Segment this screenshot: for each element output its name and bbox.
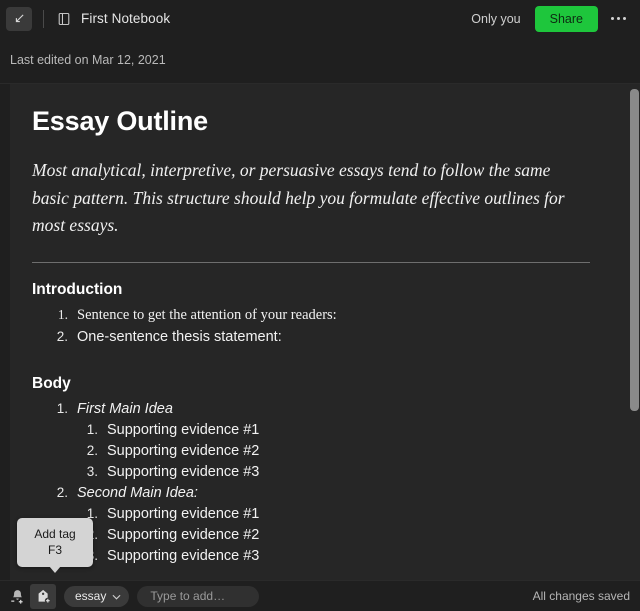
note-page[interactable]: Essay Outline Most analytical, interpret… (10, 84, 640, 580)
outline-item-number: 2. (86, 442, 98, 458)
tooltip-line-2: F3 (47, 543, 62, 558)
outline-item[interactable]: 1. Supporting evidence #1 (32, 422, 600, 438)
outline-item[interactable]: 1. Supporting evidence #1 (32, 506, 600, 522)
outline-item-number: 2. (56, 484, 68, 500)
outline-item-text: Supporting evidence #2 (107, 526, 260, 543)
outline-item[interactable]: 2. Second Main Idea: (32, 485, 600, 501)
notebook-icon (56, 11, 72, 27)
outline-item-number: 1. (56, 400, 68, 416)
note-body: Essay Outline Most analytical, interpret… (10, 84, 640, 564)
section-heading: Introduction (32, 280, 123, 298)
tag-chip-essay[interactable]: essay (64, 585, 130, 607)
notebook-title[interactable]: First Notebook (81, 11, 170, 26)
page-title: Essay Outline (32, 106, 208, 136)
outline-item-text: Supporting evidence #2 (107, 442, 260, 459)
save-status: All changes saved (532, 589, 630, 603)
bell-add-icon[interactable] (4, 584, 30, 609)
tag-chip-label: essay (75, 589, 107, 603)
section-heading: Body (32, 374, 71, 392)
outline-item-text: Supporting evidence #1 (107, 421, 260, 438)
outline-item-number: 1. (57, 306, 68, 322)
outline-item[interactable]: 3. Supporting evidence #3 (32, 464, 600, 480)
add-tag-tooltip: Add tag F3 (17, 518, 93, 574)
note-sections: Introduction 1. Sentence to get the attent… (32, 281, 600, 564)
permission-label[interactable]: Only you (471, 12, 520, 26)
outline-item-text: Sentence to get the attention of your re… (77, 306, 337, 323)
outline-item-number: 1. (86, 421, 98, 437)
outline-item-text: First Main Idea (77, 400, 173, 417)
outline-item-text: Second Main Idea: (77, 484, 198, 501)
tag-bar: essay All changes saved (0, 580, 640, 611)
outline-item-text: Supporting evidence #1 (107, 505, 260, 522)
collapse-arrow-icon[interactable] (6, 6, 32, 31)
outline-item[interactable]: 2. One-sentence thesis statement: (32, 329, 600, 345)
last-edited-bar: Last edited on Mar 12, 2021 (0, 37, 640, 84)
outline-item-number: 2. (56, 328, 68, 344)
tooltip-line-1: Add tag (34, 527, 76, 541)
share-button[interactable]: Share (534, 5, 598, 32)
outline-item[interactable]: 3.Supporting evidence #3 (32, 548, 600, 564)
outline-item-text: One-sentence thesis statement: (77, 328, 282, 345)
outline-item-text: Supporting evidence #3 (107, 463, 260, 480)
horizontal-rule (32, 261, 590, 263)
titlebar-actions: Only you Share (471, 5, 640, 32)
note-app-window: First Notebook Only you Share Last edite… (0, 0, 640, 611)
outline-item[interactable]: 1. Sentence to get the attention of your … (32, 307, 600, 324)
outline-item[interactable]: 1. First Main Idea (32, 401, 600, 417)
scrollbar-thumb[interactable] (630, 89, 639, 411)
vertical-scrollbar[interactable] (629, 85, 640, 580)
last-edited-text: Last edited on Mar 12, 2021 (10, 53, 166, 67)
outline-item[interactable]: 2.Supporting evidence #2 (32, 527, 600, 543)
tag-input[interactable] (137, 585, 260, 607)
outline-item[interactable]: 2. Supporting evidence #2 (32, 443, 600, 459)
tag-add-icon[interactable] (30, 583, 56, 609)
outline-list: 1. First Main Idea 1. Supporting evidence #… (32, 401, 600, 564)
outline-item-text: Supporting evidence #3 (107, 547, 260, 564)
more-options-icon[interactable] (604, 7, 632, 31)
titlebar-divider (43, 9, 44, 28)
outline-list: 1. Sentence to get the attention of your … (32, 307, 600, 345)
note-intro-paragraph: Most analytical, interpretive, or persua… (32, 160, 565, 236)
titlebar: First Notebook Only you Share (0, 0, 640, 37)
outline-item-number: 3. (86, 463, 98, 479)
chevron-down-icon (112, 587, 121, 605)
